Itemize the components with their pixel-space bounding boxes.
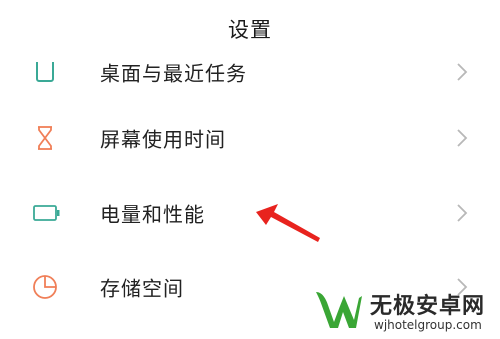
settings-item-label: 屏幕使用时间 (100, 127, 226, 152)
settings-item-screen-time[interactable]: 屏幕使用时间 (0, 108, 500, 168)
chevron-right-icon (457, 129, 468, 147)
chevron-right-icon (457, 204, 468, 222)
red-arrow-pointer-icon (256, 204, 320, 242)
watermark: 无极安卓网 wjhotelgroup.com (312, 282, 500, 339)
settings-item-label: 存储空间 (100, 276, 184, 301)
settings-screen: 桌面与最近任务 设置 屏幕使用时间 电量和性能 存储空间 无极安卓网 wjhot… (0, 0, 500, 339)
storage-pie-icon (33, 275, 57, 299)
watermark-logo-icon (316, 292, 362, 328)
settings-item-label: 电量和性能 (100, 202, 205, 227)
page-title: 设置 (228, 18, 272, 42)
watermark-url: wjhotelgroup.com (374, 318, 482, 332)
hourglass-icon (38, 126, 52, 150)
page-header: 设置 (0, 0, 500, 62)
battery-icon (33, 205, 60, 221)
chevron-right-icon (457, 63, 468, 81)
watermark-title: 无极安卓网 (370, 294, 486, 319)
